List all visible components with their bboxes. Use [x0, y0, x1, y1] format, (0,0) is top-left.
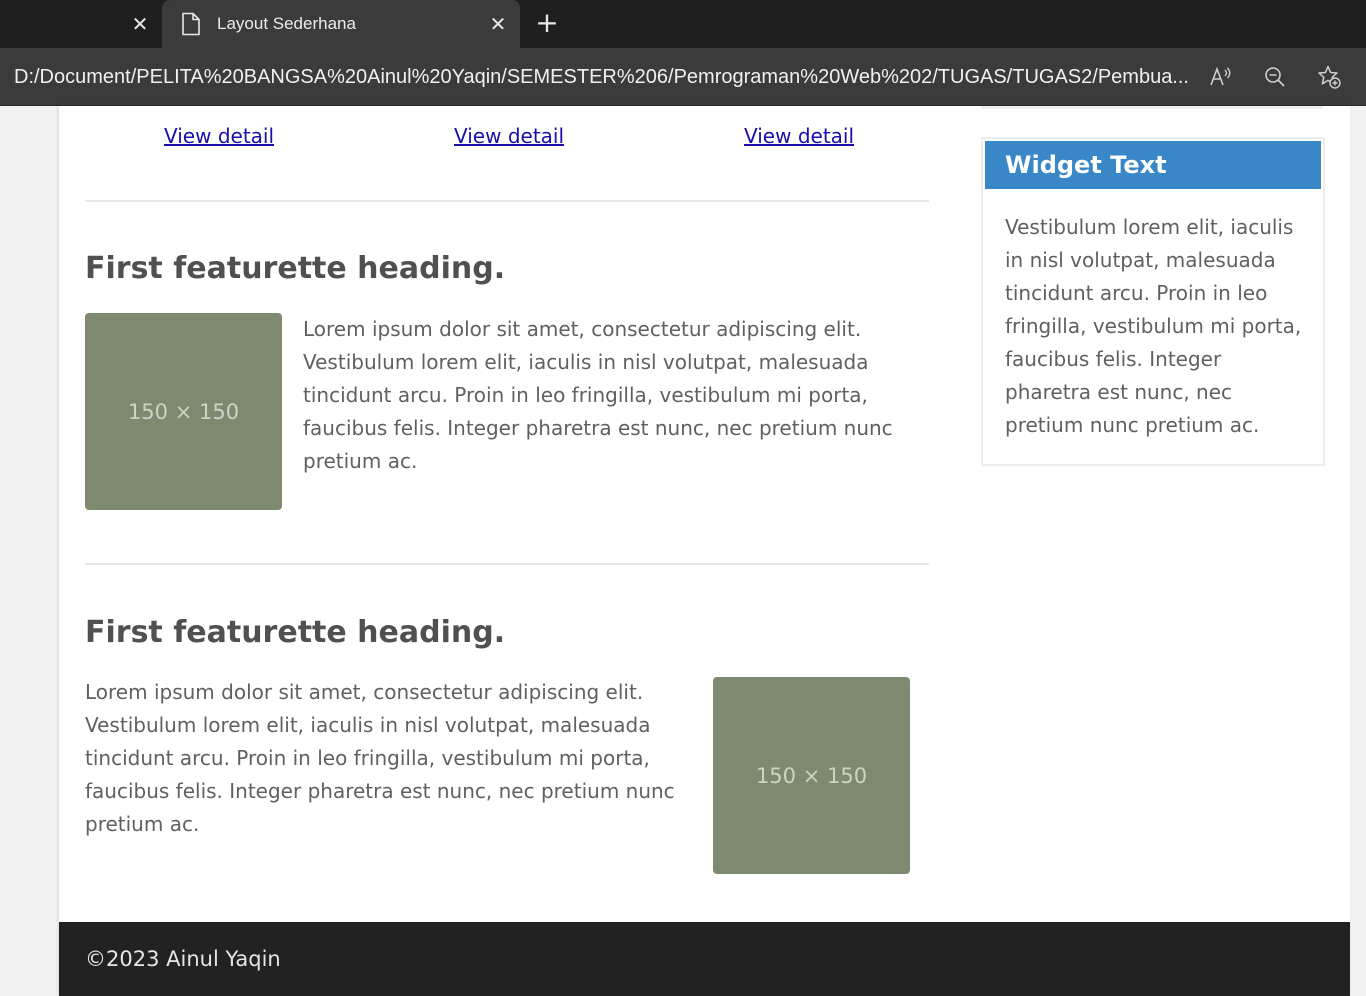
featurette-heading: First featurette heading.	[85, 615, 506, 650]
favorite-add-icon[interactable]	[1316, 64, 1342, 90]
sidebar-widget: Widget Text Vestibulum lorem elit, iacul…	[981, 137, 1325, 466]
document-icon	[182, 12, 200, 36]
widget-title: Widget Text	[985, 141, 1321, 189]
browser-tab-active[interactable]: Layout Sederhana ✕	[162, 0, 520, 48]
address-input[interactable]: D:/Document/PELITA%20BANGSA%20Ainul%20Ya…	[14, 62, 1194, 92]
widget-body-text: Vestibulum lorem elit, iaculis in nisl v…	[1005, 215, 1302, 437]
featurette-image-placeholder: 150 × 150	[713, 677, 910, 874]
view-detail-link-2[interactable]: View detail	[454, 122, 564, 150]
new-tab-plus-icon[interactable]: +	[534, 9, 560, 37]
read-aloud-icon[interactable]	[1208, 64, 1234, 90]
featurette-text: Lorem ipsum dolor sit amet, consectetur …	[303, 317, 893, 473]
footer-copyright: ©2023 Ainul Yaqin	[85, 947, 281, 971]
divider	[85, 200, 929, 202]
divider	[85, 563, 929, 565]
featurette-heading: First featurette heading.	[85, 251, 506, 286]
address-bar: D:/Document/PELITA%20BANGSA%20Ainul%20Ya…	[0, 48, 1366, 106]
featurette-image-placeholder: 150 × 150	[85, 313, 282, 510]
page-content: View detail View detail View detail Firs…	[59, 106, 1350, 996]
view-detail-link-1[interactable]: View detail	[164, 122, 274, 150]
footer: ©2023 Ainul Yaqin	[59, 922, 1350, 996]
zoom-out-icon[interactable]	[1262, 64, 1288, 90]
featurette-text: Lorem ipsum dolor sit amet, consectetur …	[85, 680, 675, 836]
close-icon[interactable]: ✕	[128, 12, 152, 36]
browser-tab-bar: ✕ Layout Sederhana ✕ +	[0, 0, 1366, 48]
placeholder-label: 150 × 150	[127, 399, 240, 424]
placeholder-label: 150 × 150	[755, 763, 868, 788]
close-icon[interactable]: ✕	[486, 12, 510, 36]
tab-title: Layout Sederhana	[217, 14, 356, 33]
view-detail-link-3[interactable]: View detail	[744, 122, 854, 150]
sidebar-divider	[981, 106, 1323, 109]
